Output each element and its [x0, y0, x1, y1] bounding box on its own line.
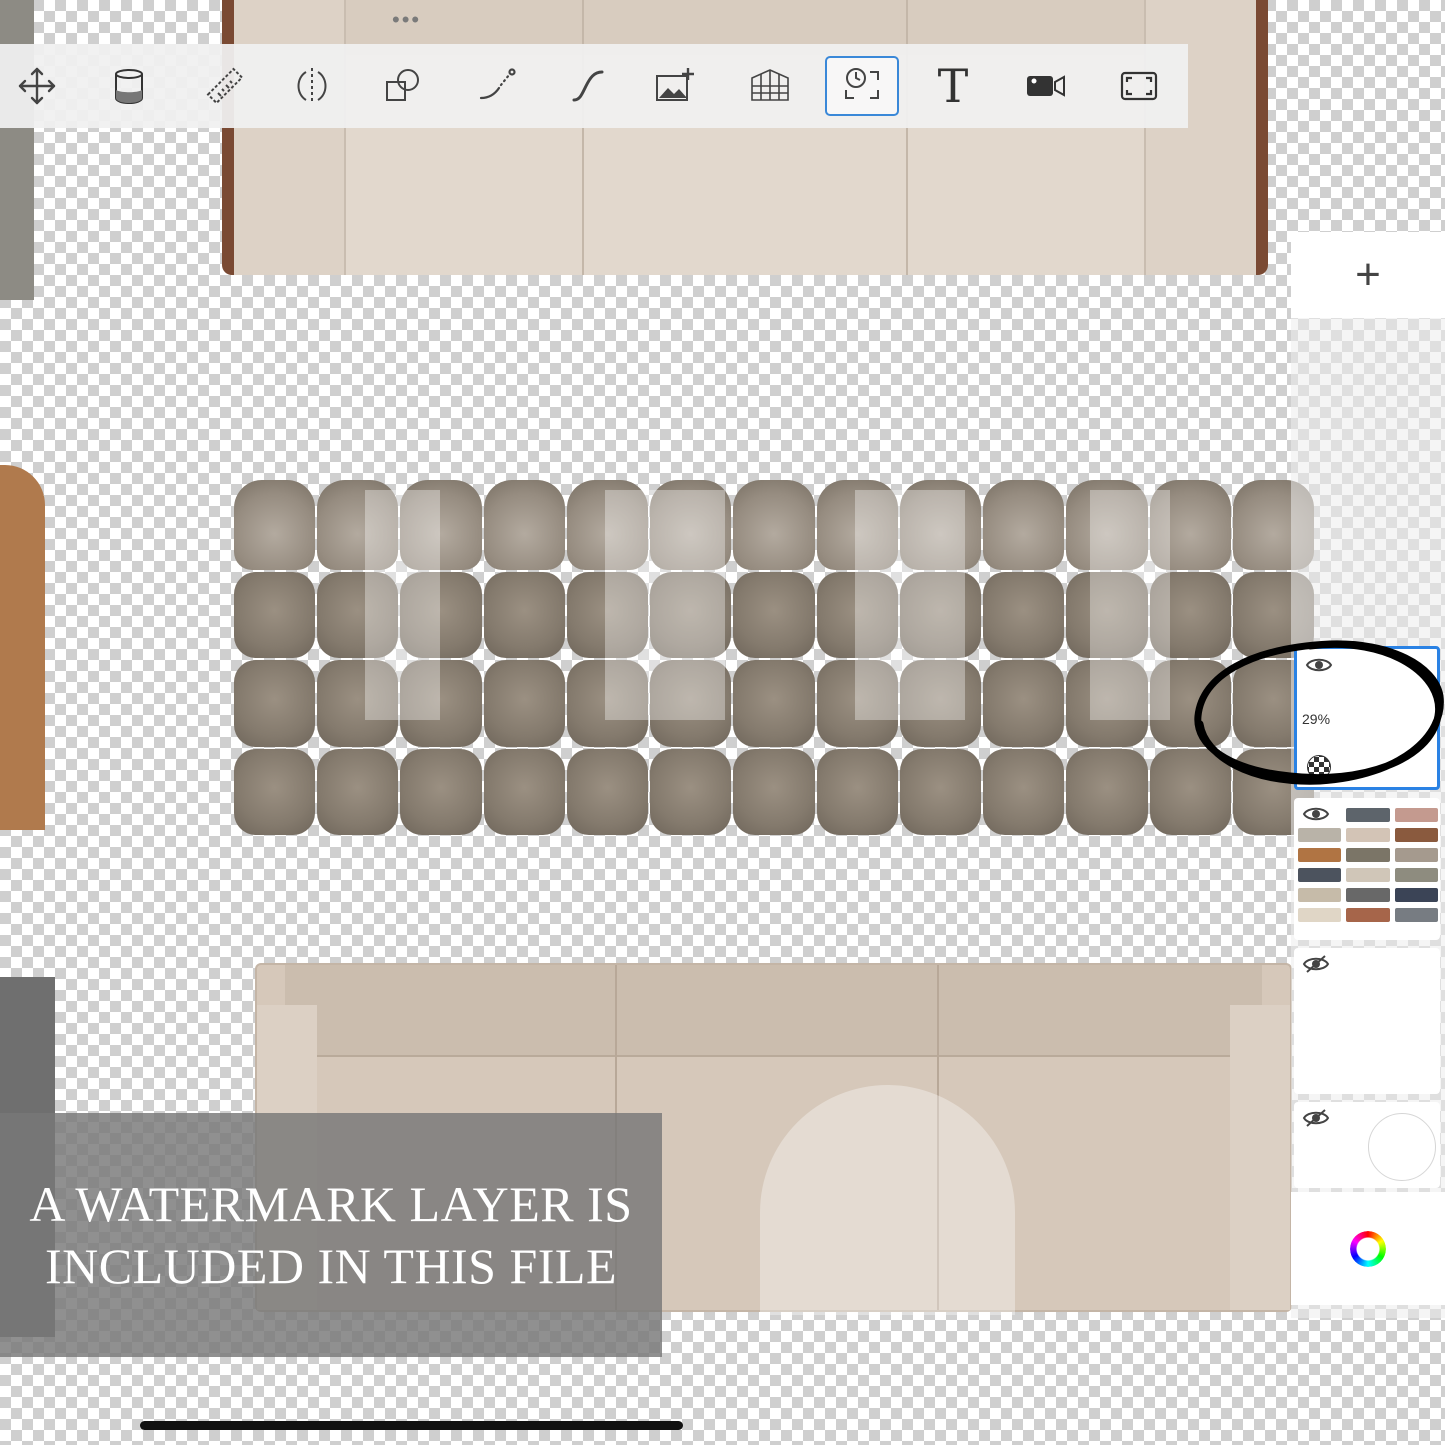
eye-icon[interactable]: [1302, 804, 1330, 830]
watermark-shape: [855, 490, 965, 720]
sofa-cushion: [733, 660, 815, 747]
watermark-shape: [365, 490, 440, 720]
furniture-piece: [0, 465, 45, 830]
layer-opacity[interactable]: 29%: [1302, 711, 1330, 727]
ruler-icon[interactable]: [188, 56, 262, 116]
home-indicator[interactable]: [140, 1421, 683, 1430]
sofa-cushion: [1149, 748, 1231, 835]
watermark-shape: [605, 490, 725, 720]
time-lapse-icon[interactable]: [825, 56, 899, 116]
video-camera-icon[interactable]: [1008, 56, 1082, 116]
curve-icon[interactable]: [551, 56, 625, 116]
sofa-top-view-1: [222, 0, 1268, 275]
sofa-cushion: [483, 572, 565, 659]
sofa-cushion: [899, 748, 982, 835]
paint-bucket-icon[interactable]: [92, 56, 166, 116]
more-dots-icon[interactable]: •••: [392, 9, 421, 31]
sofa-cushion: [566, 748, 649, 835]
top-toolbar: T: [0, 44, 1188, 128]
color-wheel-icon: [1350, 1230, 1386, 1267]
shapes-icon[interactable]: [366, 56, 440, 116]
sofa-cushion: [1066, 748, 1148, 835]
color-picker-button[interactable]: [1291, 1192, 1445, 1305]
blend-mode-icon[interactable]: [1307, 755, 1331, 779]
sofa-cushion: [983, 480, 1065, 570]
layer-hidden-1[interactable]: [1294, 948, 1440, 1094]
sofa-cushion: [400, 748, 482, 835]
sofa-cushion: [234, 480, 316, 570]
sofa-cushion: [983, 660, 1065, 747]
sofa-cushion: [733, 748, 815, 835]
layer-thumbnail: [1368, 1113, 1436, 1181]
banner-line-1: A WATERMARK LAYER IS: [29, 1176, 633, 1232]
sofa-cushion: [483, 660, 565, 747]
sofa-cushion: [234, 748, 316, 835]
watermark-notice-banner: A WATERMARK LAYER IS INCLUDED IN THIS FI…: [0, 1113, 662, 1357]
add-image-icon[interactable]: [638, 56, 712, 116]
sofa-cushion: [816, 748, 898, 835]
sofa-cushion: [733, 480, 815, 570]
sofa-cushion: [234, 572, 316, 659]
sofa-cushion: [483, 480, 565, 570]
sofa-cushion: [234, 660, 316, 747]
text-icon[interactable]: T: [916, 56, 990, 116]
banner-line-2: INCLUDED IN THIS FILE: [44, 1238, 618, 1294]
watermark-shape: [1090, 490, 1170, 720]
sofa-cushion: [650, 748, 732, 835]
symmetry-icon[interactable]: [275, 56, 349, 116]
fullscreen-icon[interactable]: [1102, 56, 1176, 116]
move-arrows-icon[interactable]: [0, 56, 74, 116]
sofa-cushion: [983, 748, 1065, 835]
layer-watermark[interactable]: 29%: [1294, 646, 1440, 790]
add-layer-button[interactable]: +: [1291, 232, 1445, 318]
sofa-cushion: [317, 748, 399, 835]
eye-icon[interactable]: [1305, 655, 1333, 681]
eye-hidden-icon[interactable]: [1302, 954, 1330, 980]
sofa-cushion: [483, 748, 565, 835]
eye-hidden-icon[interactable]: [1302, 1108, 1330, 1134]
sofa-cushion: [983, 572, 1065, 659]
curve-dotted-icon[interactable]: [460, 56, 534, 116]
sofa-cushion: [733, 572, 815, 659]
perspective-grid-icon[interactable]: [733, 56, 807, 116]
